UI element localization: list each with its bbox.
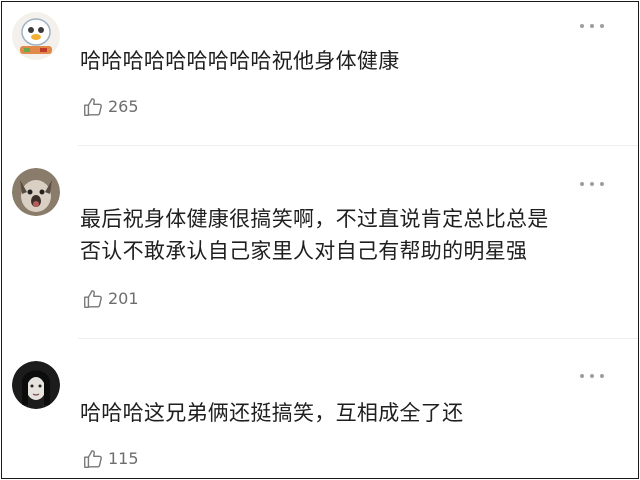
comment-text: 哈哈哈这兄弟俩还挺搞笑，互相成全了还 xyxy=(80,401,464,425)
like-button[interactable]: 115 xyxy=(82,447,139,471)
thumbs-up-icon xyxy=(84,290,102,308)
like-button[interactable]: 265 xyxy=(82,95,139,119)
like-button[interactable]: 201 xyxy=(82,287,139,311)
more-options-icon[interactable] xyxy=(580,180,606,188)
comment-list: 哈哈哈哈哈哈哈哈哈祝他身体健康 265 最后祝身体健康很搞笑啊，不过直说肯定总比… xyxy=(1,1,639,479)
thumbs-up-icon xyxy=(84,98,102,116)
portrait-avatar[interactable] xyxy=(12,361,60,409)
cartoon-avatar[interactable] xyxy=(12,12,60,60)
more-options-icon[interactable] xyxy=(580,22,606,30)
like-count: 265 xyxy=(108,97,139,116)
comment-text: 最后祝身体健康很搞笑啊，不过直说肯定总比总是 否认不敢承认自己家里人对自己有帮助… xyxy=(80,207,549,263)
comment-text: 哈哈哈哈哈哈哈哈哈祝他身体健康 xyxy=(80,49,400,73)
dog-avatar[interactable] xyxy=(12,168,60,216)
comment-item: 哈哈哈这兄弟俩还挺搞笑，互相成全了还 115 xyxy=(2,339,638,478)
comment-item: 哈哈哈哈哈哈哈哈哈祝他身体健康 265 xyxy=(2,2,638,142)
like-count: 201 xyxy=(108,289,139,308)
like-count: 115 xyxy=(108,449,139,468)
more-options-icon[interactable] xyxy=(580,372,606,380)
thumbs-up-icon xyxy=(84,450,102,468)
comment-item: 最后祝身体健康很搞笑啊，不过直说肯定总比总是 否认不敢承认自己家里人对自己有帮助… xyxy=(2,146,638,336)
